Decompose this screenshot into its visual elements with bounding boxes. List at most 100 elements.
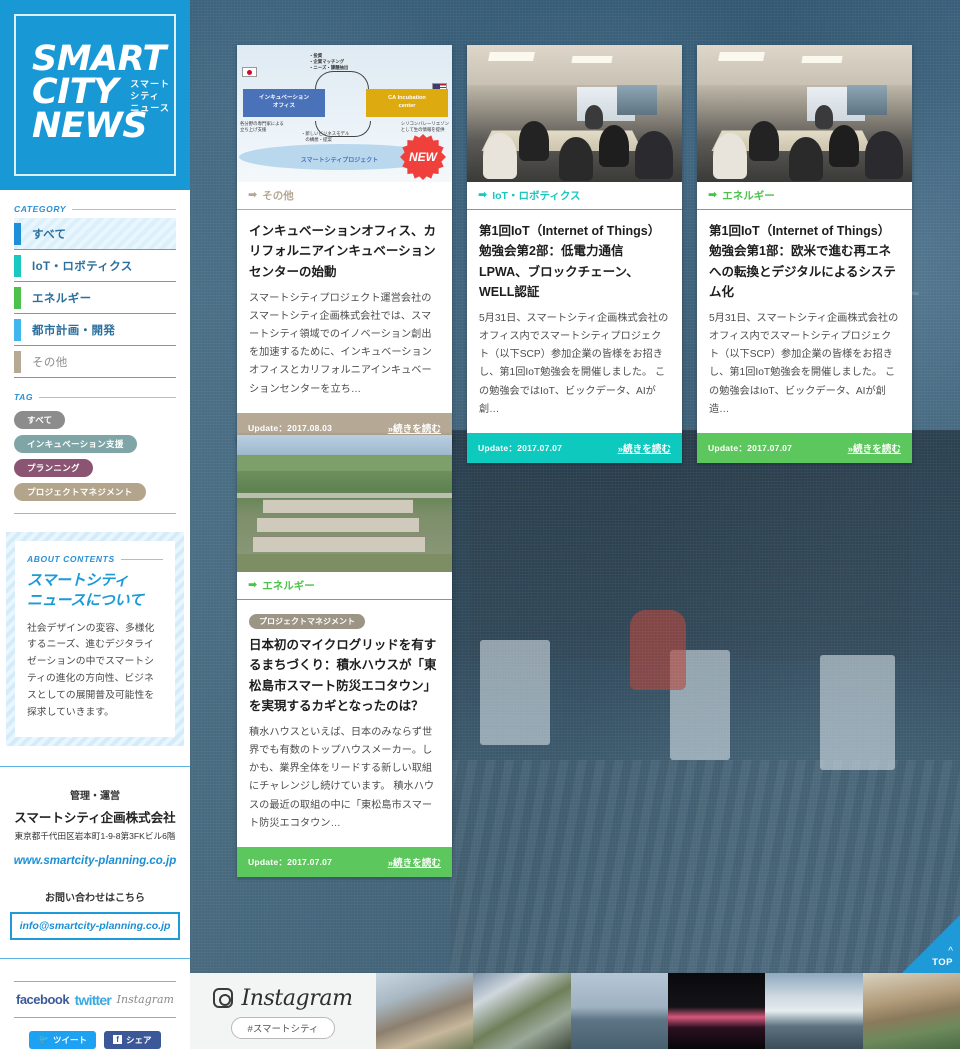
sidebar-category-item[interactable]: 都市計画・開発 <box>14 314 176 346</box>
tag-divider <box>14 513 176 514</box>
read-more-link[interactable]: »続きを読む <box>388 421 441 435</box>
attendee <box>789 137 823 181</box>
article-card[interactable]: ・投資 ・企業マッチング ・ニーズ・課題抽出 インキュベーション オフィス CA I… <box>237 45 452 443</box>
attendee <box>559 137 593 181</box>
attendee <box>815 105 833 129</box>
instagram-thumbnail[interactable] <box>765 973 863 1049</box>
contact-email-link[interactable]: info@smartcity-planning.co.jp <box>10 911 180 940</box>
sidebar-tag-row: プランニング <box>14 458 190 482</box>
about-heading: ABOUT CONTENTS <box>27 554 115 564</box>
instagram-thumbnail[interactable] <box>862 973 960 1049</box>
sidebar-tag-chip[interactable]: プランニング <box>14 459 93 477</box>
diagram-right-note: シリコンバレーリエゾン として生の情報を提供 <box>400 121 449 132</box>
category-label: 都市計画・開発 <box>32 324 116 337</box>
card-category-row[interactable]: ➡ エネルギー <box>697 182 912 209</box>
window <box>617 85 657 115</box>
card-footer: Update：2017.07.07 »続きを読む <box>467 432 682 463</box>
card-title[interactable]: 第1回IoT（Internet of Things）勉強会第1部：欧米で進む再エ… <box>709 221 900 302</box>
category-label: すべて <box>32 228 67 241</box>
category-list: すべて IoT・ロボティクス エネルギー都市計画・開発 その他 <box>14 218 176 378</box>
instagram-thumbnail[interactable] <box>376 973 474 1049</box>
card-title[interactable]: インキュベーションオフィス、カリフォルニアインキュベーションセンターの始動 <box>249 221 440 282</box>
sidebar-category-item[interactable]: エネルギー <box>14 282 176 314</box>
category-heading: CATEGORY <box>14 204 67 214</box>
instagram-hashtag-button[interactable]: #スマートシティ <box>230 1016 336 1039</box>
category-label: その他 <box>32 356 68 369</box>
heading-rule <box>39 396 176 398</box>
attendee <box>599 125 629 167</box>
diagram-right-box: CA Incubation center <box>366 89 448 117</box>
sidebar-category-item[interactable]: IoT・ロボティクス <box>14 250 176 282</box>
read-more-link[interactable]: »続きを読む <box>848 441 901 455</box>
tree-line <box>237 455 452 471</box>
sidebar-category-item[interactable]: その他 <box>14 346 176 378</box>
logo-japanese-subtitle: スマート シティ ニュース <box>130 79 170 114</box>
arrow-right-icon: ➡ <box>248 189 258 201</box>
twitter-icon[interactable]: twitter <box>75 992 112 1008</box>
diagram-arrow-arc <box>315 71 369 89</box>
tag-heading-row: TAG <box>14 392 176 402</box>
sidebar-tag-chip[interactable]: すべて <box>14 411 66 429</box>
card-title[interactable]: 第1回IoT（Internet of Things）勉強会第2部：低電力通信LP… <box>479 221 670 302</box>
social-icon-row: facebook twitter Instagram <box>14 982 176 1017</box>
house-row <box>263 499 413 513</box>
sidebar-category-item[interactable]: すべて <box>14 218 176 250</box>
instagram-thumbnail[interactable] <box>473 973 571 1049</box>
category-heading-row: CATEGORY <box>14 204 176 214</box>
ceiling <box>467 45 682 85</box>
card-image-diagram: ・投資 ・企業マッチング ・ニーズ・課題抽出 インキュベーション オフィス CA I… <box>237 45 452 182</box>
diagram-left-box: インキュベーション オフィス <box>243 89 325 117</box>
card-title[interactable]: 日本初のマイクログリッドを有するまちづくり：積水ハウスが「東松島市スマート防災エ… <box>249 635 440 716</box>
house-row <box>253 536 425 552</box>
about-contents-box: ABOUT CONTENTS スマートシティ ニュースについて 社会デザインの変… <box>6 532 184 746</box>
instagram-logo-row: Instagram <box>213 985 353 1011</box>
card-body: プロジェクトマネジメント日本初のマイクログリッドを有するまちづくり：積水ハウスが… <box>237 600 452 837</box>
instagram-thumbnail[interactable] <box>570 973 668 1049</box>
about-title: スマートシティ ニュースについて <box>27 572 144 610</box>
read-more-link[interactable]: »続きを読む <box>388 855 441 869</box>
scroll-to-top-label: TOP <box>932 957 953 968</box>
attendee <box>749 121 779 161</box>
facebook-icon[interactable]: facebook <box>16 992 70 1007</box>
card-excerpt: スマートシティプロジェクト運営会社のスマートシティ企画株式会社では、スマートシテ… <box>249 292 432 395</box>
card-category-row[interactable]: ➡ その他 <box>237 182 452 209</box>
read-more-link[interactable]: »続きを読む <box>618 441 671 455</box>
field <box>237 554 452 572</box>
instagram-thumbnail-row <box>376 973 960 1049</box>
heading-rule <box>120 558 163 560</box>
instagram-wordmark: Instagram <box>241 985 353 1011</box>
category-color-bar <box>14 350 21 373</box>
tag-section: TAG <box>0 392 190 402</box>
facebook-share-button[interactable]: f シェア <box>104 1030 161 1049</box>
card-image-meeting-room <box>467 45 682 182</box>
attendee <box>635 131 673 179</box>
attendee <box>713 133 747 179</box>
article-card[interactable]: ➡ エネルギープロジェクトマネジメント日本初のマイクログリッドを有するまちづくり：… <box>237 435 452 877</box>
about-contents-inner: ABOUT CONTENTS スマートシティ ニュースについて 社会デザインの変… <box>15 541 175 737</box>
sidebar-tag-chip[interactable]: プロジェクトマネジメント <box>14 483 146 501</box>
instagram-icon[interactable]: Instagram <box>117 993 174 1006</box>
sidebar-tag-chip[interactable]: インキュベーション支援 <box>14 435 137 453</box>
card-image-aerial-town <box>237 435 452 572</box>
instagram-feed-bar: Instagram #スマートシティ <box>190 973 960 1049</box>
card-tag-chip[interactable]: プロジェクトマネジメント <box>249 614 365 629</box>
admin-block: 管理・運営 スマートシティ企画株式会社 東京都千代田区岩本町1-9-8第3FKビ… <box>0 767 190 867</box>
site-logo[interactable]: SMART CITY NEWS スマート シティ ニュース <box>0 0 190 190</box>
instagram-thumbnail[interactable] <box>667 973 766 1049</box>
card-update-date: Update：2017.07.07 <box>708 442 793 453</box>
tag-list: すべてインキュベーション支援 プランニングプロジェクトマネジメント <box>0 410 190 506</box>
card-category-row[interactable]: ➡ エネルギー <box>237 572 452 599</box>
category-section: CATEGORY すべて IoT・ロボティクス エネルギー都市計画・開発 その他 <box>0 204 190 378</box>
article-card[interactable]: ➡ エネルギー第1回IoT（Internet of Things）勉強会第1部：欧… <box>697 45 912 463</box>
bird-icon: 🐦 <box>38 1034 50 1045</box>
card-category-row[interactable]: ➡ IoT・ロボティクス <box>467 182 682 209</box>
heading-rule <box>72 208 176 210</box>
tweet-button[interactable]: 🐦 ツイート <box>29 1030 97 1049</box>
logo-line-3: NEWS <box>32 105 148 146</box>
road <box>237 493 452 498</box>
article-card[interactable]: ➡ IoT・ロボティクス第1回IoT（Internet of Things）勉強会… <box>467 45 682 463</box>
card-category-label: エネルギー <box>722 190 775 202</box>
card-update-date: Update：2017.08.03 <box>248 422 333 433</box>
attendee <box>865 131 903 179</box>
company-website-link[interactable]: www.smartcity-planning.co.jp <box>10 855 180 867</box>
